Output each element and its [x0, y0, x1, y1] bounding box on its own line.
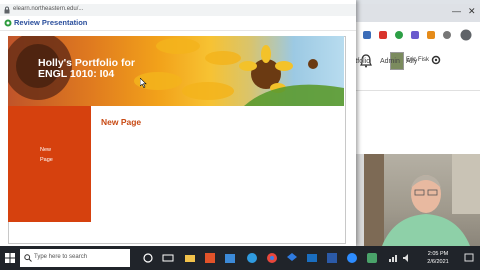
sidebar-item-page[interactable]: Page: [40, 155, 53, 165]
taskbar-search-box[interactable]: Type here to search: [20, 249, 130, 267]
lms-header: Eric Fisk: [356, 48, 480, 75]
windows-taskbar: Type here to search 2:05 PM 2/6/2021: [0, 246, 480, 270]
outlook-icon[interactable]: [306, 252, 318, 264]
popup-title: Review Presentation: [14, 18, 88, 27]
task-view-icon[interactable]: [162, 252, 174, 264]
edge-icon[interactable]: [246, 252, 258, 264]
sidebar-item-new[interactable]: New: [40, 145, 53, 155]
presenter-video: [364, 154, 480, 246]
review-presentation-window: elearn.northeastern.edu/... Review Prese…: [0, 0, 356, 246]
taskbar-clock[interactable]: 2:05 PM 2/6/2021: [418, 250, 458, 266]
close-icon[interactable]: ✕: [468, 6, 476, 17]
network-icon[interactable]: [388, 253, 398, 263]
banner-title-line2: ENGL 1010: I04: [38, 68, 115, 80]
extension-icon[interactable]: [362, 30, 372, 40]
profile-icon[interactable]: [460, 29, 472, 41]
gear-icon[interactable]: [430, 54, 442, 66]
page-heading: New Page: [101, 117, 142, 127]
sidebar-nav: New Page: [40, 145, 53, 165]
office-icon[interactable]: [204, 252, 216, 264]
nav-item-admin[interactable]: Admin: [380, 58, 400, 65]
minimize-icon[interactable]: —: [452, 6, 461, 16]
file-explorer-icon[interactable]: [184, 252, 196, 264]
webcam-overlay: [364, 154, 480, 246]
volume-icon[interactable]: [402, 253, 412, 263]
banner-title: Holly's Portfolio for ENGL 1010: I04: [38, 58, 135, 80]
clock-time: 2:05 PM: [427, 251, 449, 257]
windows-start-icon[interactable]: [5, 253, 15, 263]
store-icon[interactable]: [224, 252, 236, 264]
extension-icon[interactable]: [378, 30, 388, 40]
search-icon: [24, 254, 32, 262]
popup-title-bar: Review Presentation: [0, 16, 356, 31]
app-icon[interactable]: [366, 252, 378, 264]
background-page-content: rtfolio Admin Ally: [353, 58, 480, 154]
extension-icon[interactable]: [410, 30, 420, 40]
presentation-icon: [4, 19, 12, 27]
cortana-icon[interactable]: [142, 252, 154, 264]
mouse-cursor-icon: [140, 78, 147, 88]
extension-icon[interactable]: [394, 30, 404, 40]
clock-date: 2/6/2021: [427, 259, 449, 265]
extension-icon[interactable]: [442, 30, 452, 40]
lock-icon: [4, 6, 10, 14]
background-nav-tabs: rtfolio Admin Ally: [353, 58, 480, 91]
notifications-icon[interactable]: [464, 253, 474, 263]
dropbox-icon[interactable]: [286, 252, 298, 264]
search-placeholder: Type here to search: [34, 254, 88, 260]
background-browser-toolbar: [356, 22, 480, 49]
presentation-sidebar: New Page: [8, 106, 91, 222]
background-browser-titlebar: — ✕: [356, 4, 480, 22]
portfolio-banner: Holly's Portfolio for ENGL 1010: I04: [8, 36, 344, 106]
nav-item-ally[interactable]: Ally: [406, 58, 417, 65]
chrome-icon[interactable]: [266, 252, 278, 264]
zoom-icon[interactable]: [346, 252, 358, 264]
word-icon[interactable]: [326, 252, 338, 264]
extension-icon[interactable]: [426, 30, 436, 40]
url-text[interactable]: elearn.northeastern.edu/...: [13, 6, 83, 12]
